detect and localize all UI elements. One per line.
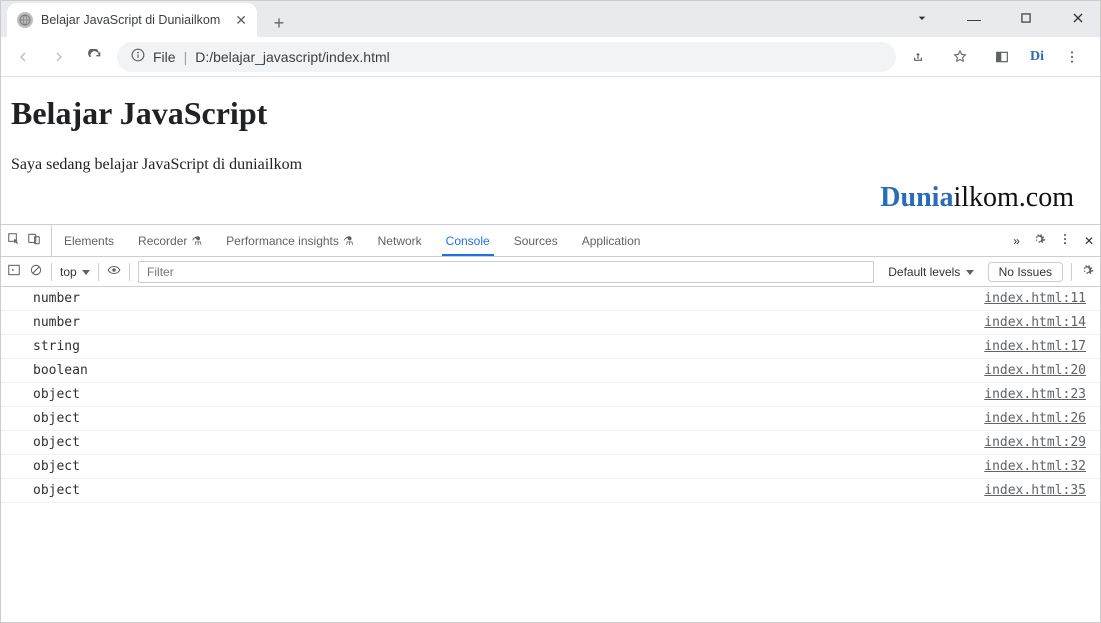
flask-icon: ⚗ xyxy=(191,234,202,248)
console-row: object index.html:26 xyxy=(1,407,1100,431)
toolbar-right: Di xyxy=(904,43,1092,71)
address-bar[interactable]: File | D:/belajar_javascript/index.html xyxy=(117,42,896,72)
page-heading: Belajar JavaScript xyxy=(11,95,1090,132)
reload-button[interactable] xyxy=(81,43,109,71)
browser-menu-icon[interactable] xyxy=(1058,43,1086,71)
devtools-tab-sources[interactable]: Sources xyxy=(502,225,570,256)
watermark-black: ilkom.com xyxy=(953,182,1074,213)
site-info-icon[interactable] xyxy=(131,48,145,65)
inspect-element-icon[interactable] xyxy=(7,232,21,249)
new-tab-button[interactable]: + xyxy=(265,9,293,37)
console-row: object index.html:32 xyxy=(1,455,1100,479)
forward-button[interactable] xyxy=(45,43,73,71)
console-row: number index.html:11 xyxy=(1,287,1100,311)
browser-toolbar: File | D:/belajar_javascript/index.html … xyxy=(1,37,1100,77)
console-row: object index.html:35 xyxy=(1,479,1100,503)
page-content: Belajar JavaScript Saya sedang belajar J… xyxy=(1,77,1100,224)
devtools-tab-application[interactable]: Application xyxy=(570,225,653,256)
console-source-link[interactable]: index.html:32 xyxy=(984,459,1086,474)
page-watermark: Duniailkom.com xyxy=(11,182,1090,214)
url-text: D:/belajar_javascript/index.html xyxy=(195,49,390,65)
devtools-close-icon[interactable]: ✕ xyxy=(1084,234,1094,248)
page-paragraph: Saya sedang belajar JavaScript di duniai… xyxy=(11,156,1090,174)
console-filter-input[interactable] xyxy=(138,261,874,283)
console-row: number index.html:14 xyxy=(1,311,1100,335)
devtools-settings-icon[interactable] xyxy=(1032,232,1046,249)
console-row: boolean index.html:20 xyxy=(1,359,1100,383)
flask-icon: ⚗ xyxy=(343,234,354,248)
log-levels-selector[interactable]: Default levels xyxy=(882,265,979,279)
devtools-panel: Elements Recorder⚗ Performance insights⚗… xyxy=(1,224,1100,503)
devtools-tab-elements[interactable]: Elements xyxy=(52,225,126,256)
console-message: object xyxy=(33,483,80,498)
watermark-blue: Dunia xyxy=(880,182,953,213)
console-source-link[interactable]: index.html:17 xyxy=(984,339,1086,354)
console-source-link[interactable]: index.html:20 xyxy=(984,363,1086,378)
console-source-link[interactable]: index.html:29 xyxy=(984,435,1086,450)
tab-close-icon[interactable]: ✕ xyxy=(235,12,247,29)
devtools-tabbar: Elements Recorder⚗ Performance insights⚗… xyxy=(1,225,1100,257)
console-message: number xyxy=(33,315,80,330)
console-row: string index.html:17 xyxy=(1,335,1100,359)
window-dropdown-icon[interactable] xyxy=(908,10,936,29)
console-message: string xyxy=(33,339,80,354)
clear-console-icon[interactable] xyxy=(29,263,43,280)
devtools-tab-network[interactable]: Network xyxy=(366,225,434,256)
console-message: object xyxy=(33,387,80,402)
devtools-tab-console[interactable]: Console xyxy=(434,225,502,256)
side-panel-icon[interactable] xyxy=(988,43,1016,71)
console-message: object xyxy=(33,411,80,426)
url-scheme: File xyxy=(153,49,176,65)
devtools-menu-icon[interactable] xyxy=(1058,232,1072,249)
console-row: object index.html:29 xyxy=(1,431,1100,455)
devtools-tab-recorder[interactable]: Recorder⚗ xyxy=(126,225,214,256)
console-source-link[interactable]: index.html:26 xyxy=(984,411,1086,426)
globe-favicon-icon xyxy=(17,12,33,28)
window-minimize-icon[interactable]: — xyxy=(960,11,988,27)
tab-title: Belajar JavaScript di Duniailkom xyxy=(41,13,227,27)
live-expression-icon[interactable] xyxy=(107,263,121,280)
console-row: object index.html:23 xyxy=(1,383,1100,407)
share-icon[interactable] xyxy=(904,43,932,71)
url-separator: | xyxy=(184,49,188,65)
device-toggle-icon[interactable] xyxy=(27,232,41,249)
console-message: boolean xyxy=(33,363,88,378)
window-close-icon[interactable] xyxy=(1064,10,1092,29)
console-source-link[interactable]: index.html:23 xyxy=(984,387,1086,402)
console-message: object xyxy=(33,435,80,450)
back-button[interactable] xyxy=(9,43,37,71)
devtools-tab-performance-insights[interactable]: Performance insights⚗ xyxy=(214,225,365,256)
console-output[interactable]: number index.html:11 number index.html:14 st… xyxy=(1,287,1100,503)
window-maximize-icon[interactable] xyxy=(1012,11,1040,28)
console-settings-icon[interactable] xyxy=(1080,263,1094,280)
console-source-link[interactable]: index.html:11 xyxy=(984,291,1086,306)
context-selector[interactable]: top xyxy=(60,265,90,279)
console-message: object xyxy=(33,459,80,474)
issues-button[interactable]: No Issues xyxy=(988,262,1063,282)
console-message: number xyxy=(33,291,80,306)
devtools-more-tabs-icon[interactable]: » xyxy=(1013,234,1020,248)
extension-badge[interactable]: Di xyxy=(1030,51,1044,62)
browser-tab[interactable]: Belajar JavaScript di Duniailkom ✕ xyxy=(7,3,257,37)
bookmark-star-icon[interactable] xyxy=(946,43,974,71)
console-source-link[interactable]: index.html:14 xyxy=(984,315,1086,330)
console-sidebar-toggle-icon[interactable] xyxy=(7,263,21,280)
console-toolbar: top Default levels No Issues xyxy=(1,257,1100,287)
console-source-link[interactable]: index.html:35 xyxy=(984,483,1086,498)
